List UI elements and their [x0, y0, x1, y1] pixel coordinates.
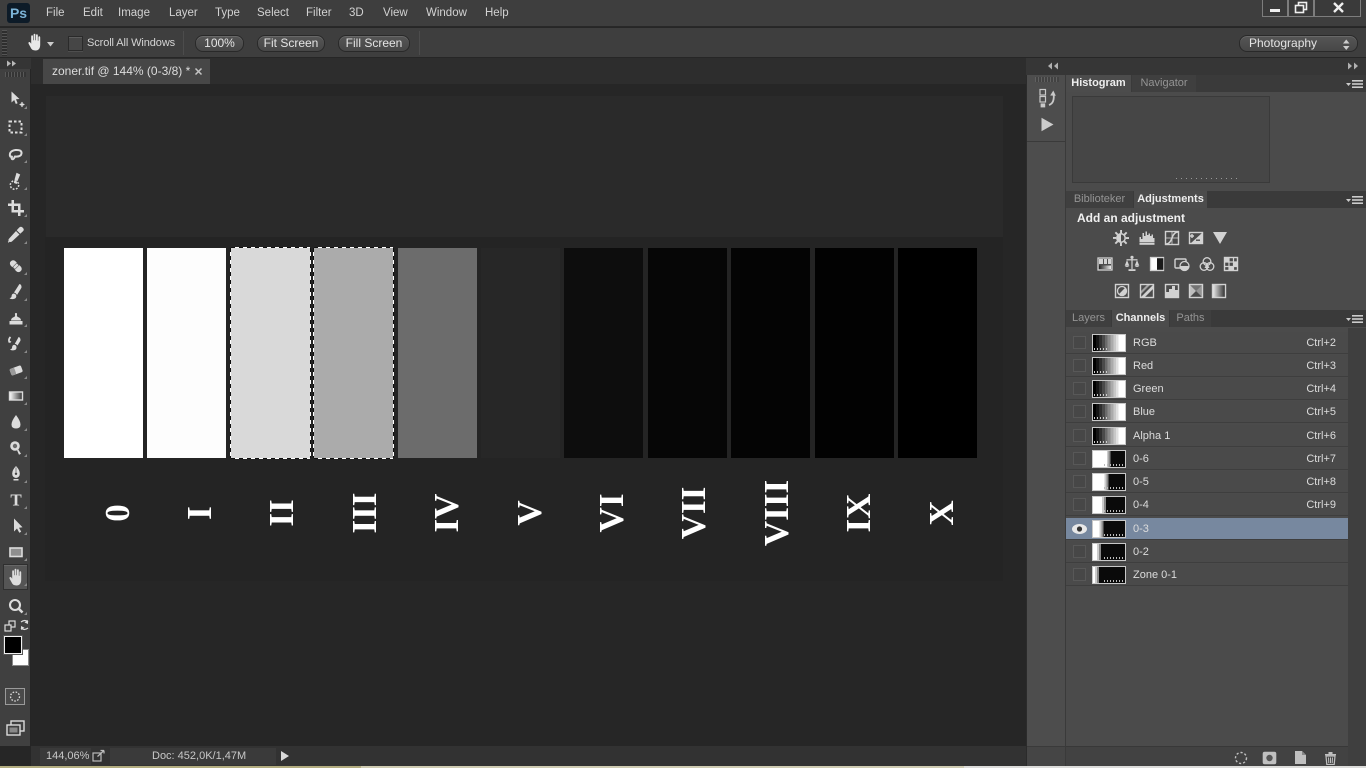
svg-text:T: T [10, 491, 22, 509]
